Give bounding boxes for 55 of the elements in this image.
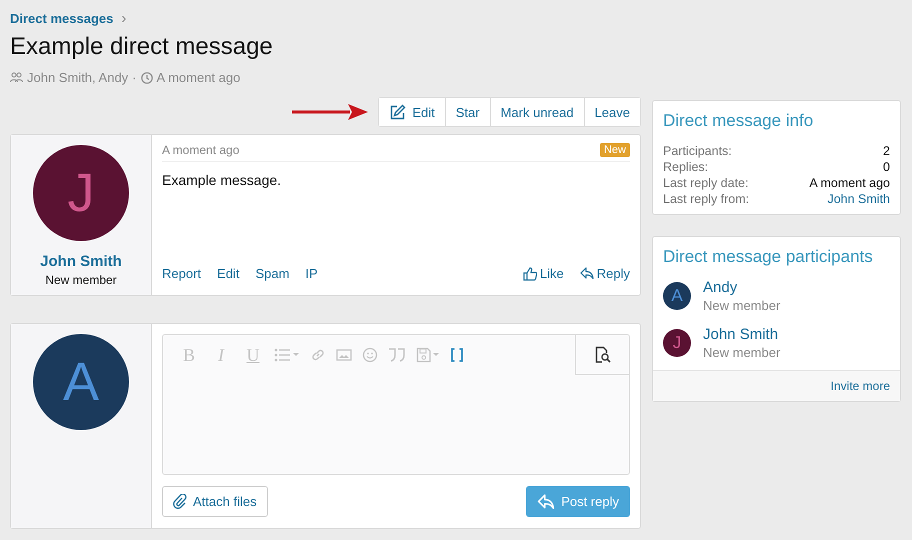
smiley-icon[interactable]	[362, 347, 378, 363]
paperclip-icon	[173, 494, 187, 509]
post-action-link[interactable]: IP	[305, 266, 318, 281]
arrow-icon	[292, 102, 368, 122]
avatar[interactable]: J	[33, 145, 129, 241]
reply-icon	[537, 494, 556, 510]
preview-button[interactable]	[575, 335, 629, 375]
post-action-link[interactable]: Report	[162, 266, 202, 281]
block-title: Direct message participants	[662, 246, 874, 267]
info-value: A moment ago	[809, 176, 890, 190]
info-label: Last reply from:	[663, 192, 750, 206]
info-value: 2	[883, 144, 890, 158]
block-title: Direct message info	[662, 110, 814, 131]
page-title: Example direct message	[10, 33, 274, 61]
post-action-link[interactable]: Spam	[255, 266, 290, 281]
info-label: Last reply date:	[663, 176, 748, 190]
info-value: 0	[883, 160, 890, 174]
new-badge: New	[600, 143, 630, 157]
attach-files-button[interactable]: Attach files	[162, 486, 268, 517]
save-icon[interactable]	[416, 347, 440, 363]
info-label: Replies:	[663, 160, 708, 174]
participant-name[interactable]: John Smith	[703, 326, 780, 343]
breadcrumb-separator: ›	[121, 10, 126, 26]
author-name[interactable]: John Smith	[40, 253, 122, 270]
participant-title: New member	[703, 298, 780, 313]
meta-time: A moment ago	[156, 70, 240, 85]
post-action-link[interactable]: Edit	[217, 266, 240, 281]
info-label: Participants:	[663, 144, 732, 158]
image-icon[interactable]	[336, 348, 352, 362]
thumbs-up-icon	[522, 266, 537, 280]
avatar[interactable]: J	[663, 329, 691, 357]
invite-more-link[interactable]: Invite more	[830, 379, 890, 393]
quote-icon[interactable]	[388, 348, 406, 362]
people-icon	[10, 72, 23, 83]
user-title: New member	[45, 273, 117, 287]
avatar[interactable]: A	[663, 282, 691, 310]
action-button[interactable]: Leave	[584, 98, 640, 126]
participant-title: New member	[703, 345, 780, 360]
meta-separator: ·	[132, 70, 137, 85]
document-search-icon	[594, 346, 612, 364]
post-time: A moment ago	[162, 143, 240, 157]
breadcrumb-link[interactable]: Direct messages	[10, 10, 114, 26]
message-text: Example message.	[162, 172, 282, 190]
info-link[interactable]: John Smith	[827, 192, 890, 206]
brackets-icon[interactable]	[450, 347, 464, 363]
reply-link[interactable]: Reply	[580, 266, 630, 281]
edit-icon	[389, 104, 406, 120]
avatar[interactable]: A	[33, 334, 129, 430]
participants-text: John Smith, Andy	[27, 70, 128, 85]
clock-icon	[140, 72, 153, 84]
participant-name[interactable]: Andy	[703, 279, 780, 296]
list-icon[interactable]	[274, 347, 300, 363]
reply-icon	[580, 267, 594, 280]
link-icon[interactable]	[310, 347, 326, 363]
like-link[interactable]: Like	[522, 266, 564, 281]
